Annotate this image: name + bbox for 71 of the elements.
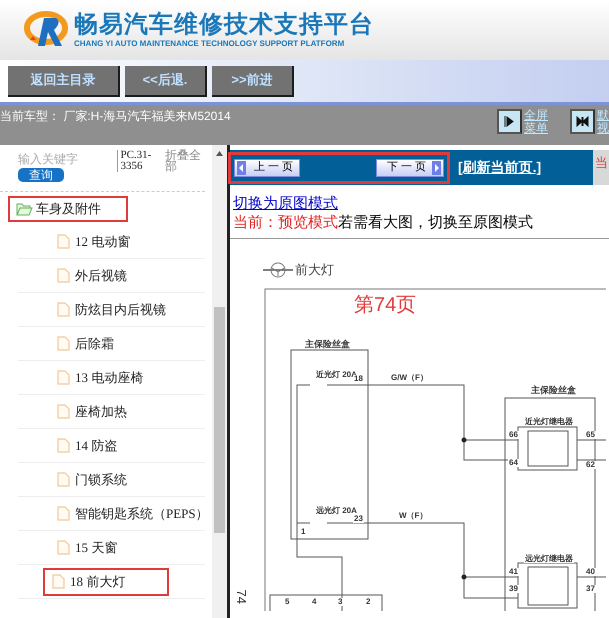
file-icon — [57, 302, 70, 317]
mode-notice: 当前：预览模式若需看大图，切换至原图模式 — [233, 213, 533, 232]
tree-item[interactable]: 15 天窗 — [52, 534, 122, 562]
diagram-label: 18 — [353, 375, 364, 383]
tree-folder[interactable]: 车身及附件 — [8, 196, 128, 222]
site-title: 畅易汽车维修技术支持平台 — [74, 11, 374, 39]
next-page-button[interactable]: 下 一 页 — [376, 158, 444, 176]
scroll-up-icon — [216, 151, 223, 156]
tree-item[interactable]: 18 前大灯 — [43, 568, 169, 596]
full-screen-button[interactable] — [497, 109, 522, 134]
diagram-label: 3 — [337, 598, 344, 606]
file-icon — [57, 438, 70, 453]
vehicle-label: 当前车型： 厂家:H-海马汽车福美来M52014 — [0, 108, 231, 125]
keyword-field[interactable]: 输入关键字 — [18, 150, 98, 168]
diagram-label: 远光灯 20A — [315, 507, 358, 515]
nav-button[interactable]: 返回主目录 — [8, 66, 120, 96]
folder-icon — [16, 202, 33, 216]
code-label: PC.31-3356 — [117, 150, 166, 172]
diagram-label: 5 — [284, 598, 290, 606]
file-icon — [52, 574, 65, 589]
diagram-label: 23 — [353, 515, 364, 523]
right-arrow-icon — [432, 160, 441, 174]
diagram-label: 4 — [311, 598, 318, 606]
file-icon — [57, 506, 70, 521]
file-icon — [57, 404, 70, 419]
diagram-label: 2 — [365, 598, 372, 606]
diagram-label: 远光灯继电器 — [524, 555, 574, 563]
arrow-icon — [503, 116, 516, 127]
headlamp-symbol-icon — [263, 262, 293, 278]
tree-item[interactable]: 外后视镜 — [52, 262, 132, 290]
diagram-label: 39 — [508, 585, 519, 593]
file-icon — [57, 540, 70, 555]
diagram-label: 62 — [585, 461, 596, 469]
tree-item[interactable]: 14 防盗 — [52, 432, 122, 460]
diagram-label: 65 — [585, 431, 596, 439]
diagram-label: 64 — [508, 459, 519, 467]
tree-item[interactable]: 13 电动座椅 — [52, 364, 148, 392]
diagram-label: 37 — [585, 585, 596, 593]
page-number: 74 — [232, 590, 250, 604]
tree-item[interactable]: 门锁系统 — [52, 466, 132, 494]
original-mode-link[interactable]: 切换为原图模式 — [233, 194, 338, 213]
file-icon — [57, 472, 70, 487]
tree-item[interactable]: 后除霜 — [52, 330, 119, 358]
diagram-label: 40 — [585, 568, 596, 576]
diagram-label: 近光灯继电器 — [524, 418, 574, 426]
diagram-title: 前大灯 — [295, 261, 334, 279]
previous-page-button[interactable]: 上 一 页 — [234, 158, 300, 176]
diagram-label: 1 — [300, 528, 306, 536]
tree-item[interactable]: 12 电动窗 — [52, 228, 136, 256]
double-arrow-icon — [576, 116, 589, 127]
file-icon — [57, 268, 70, 283]
tree-item[interactable]: 智能钥匙系统（PEPS） — [52, 500, 214, 528]
refresh-link[interactable]: [刷新当前页.] — [458, 157, 542, 178]
truncated-label: 当 — [595, 156, 608, 170]
site-subtitle: CHANG YI AUTO MAINTENANCE TECHNOLOGY SUPPORT PLATFORM — [74, 39, 346, 49]
nav-button[interactable]: >>前进 — [212, 66, 294, 96]
file-icon — [57, 370, 70, 385]
file-icon — [57, 336, 70, 351]
tree-item[interactable]: 座椅加热 — [52, 398, 132, 426]
collapse-all-button[interactable]: 折叠全部 — [165, 150, 205, 172]
diagram-label: 66 — [508, 431, 519, 439]
diagram-label: 主保险丝盒 — [530, 386, 577, 395]
file-icon — [57, 234, 70, 249]
left-arrow-icon — [237, 160, 246, 174]
diagram-label: 主保险丝盒 — [304, 340, 351, 349]
page-heading: 第74页 — [354, 293, 416, 318]
tree-item[interactable]: 防炫目内后视镜 — [52, 296, 171, 324]
split-view-button[interactable] — [570, 109, 595, 134]
nav-button[interactable]: <<后退. — [125, 66, 207, 96]
diagram-label: 41 — [508, 568, 519, 576]
search-button[interactable]: 查询 — [18, 168, 64, 182]
